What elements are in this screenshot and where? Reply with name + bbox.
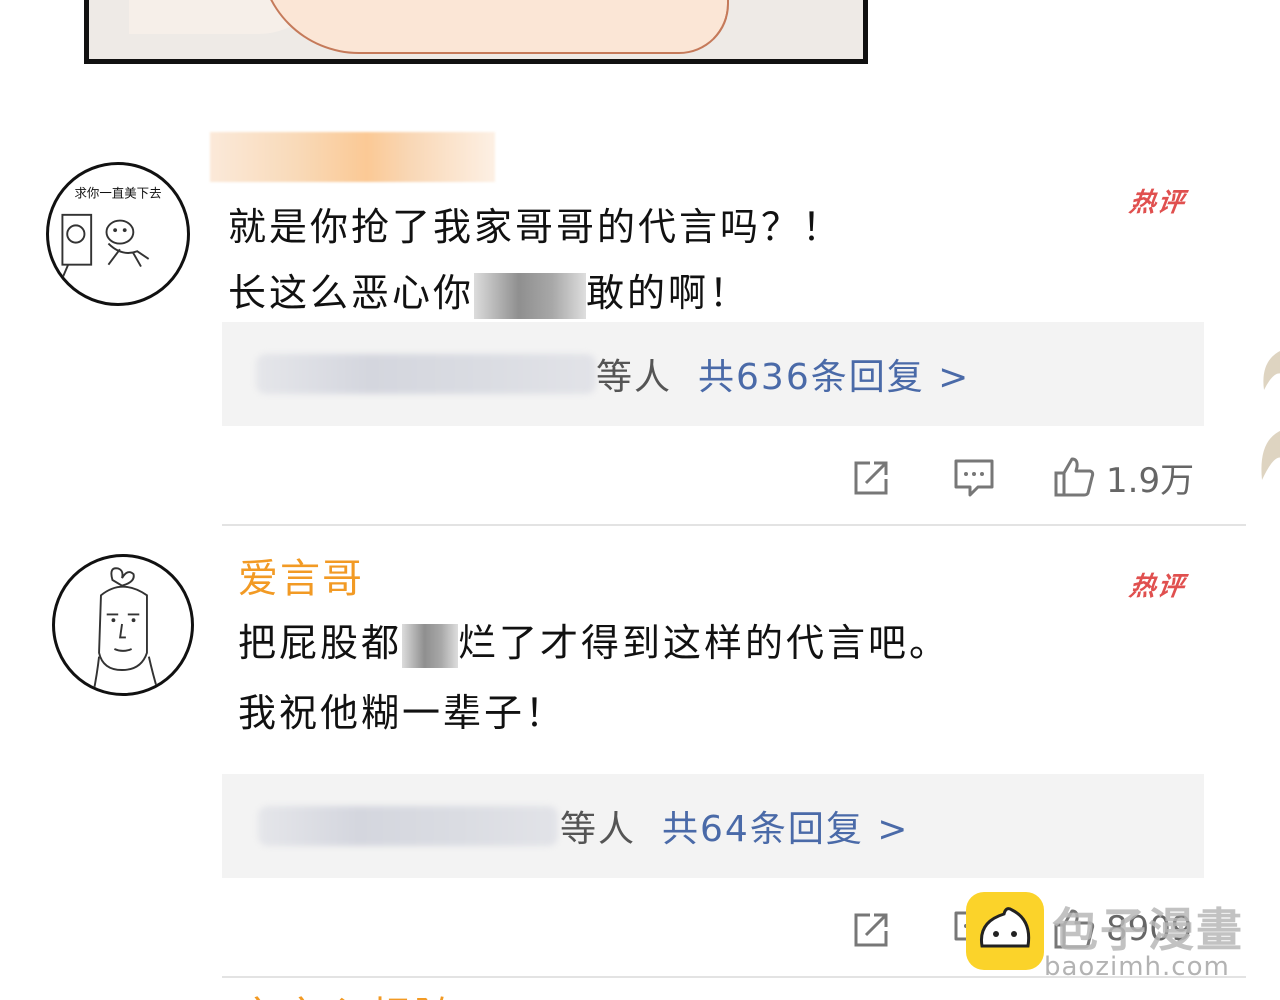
reply-who: 等人	[560, 809, 637, 850]
reply-summary-text: 等人 共64条回复 >	[560, 800, 909, 852]
comment-text-segment: 烂了才得到这样的代言吧。	[458, 621, 951, 665]
bun-logo-icon	[966, 892, 1044, 970]
reply-count-link[interactable]: 共64条回复 >	[662, 809, 909, 850]
comment-text-segment: 敢的啊！	[586, 271, 751, 315]
comment-button[interactable]	[952, 452, 996, 502]
username[interactable]: 爱言哥	[238, 546, 364, 604]
comment-text-line-1: 把屁股都 烂了才得到这样的代言吧。	[238, 612, 950, 668]
avatar[interactable]: 求你一直美下去	[46, 162, 190, 306]
like-count: 1.9万	[1106, 460, 1195, 501]
reply-summary-text: 等人 共636条回复 >	[596, 348, 970, 400]
site-watermark: 包子漫畫 baozimh.com	[964, 892, 1280, 1000]
svg-text:求你一直美下去: 求你一直美下去	[74, 186, 161, 201]
username-blurred	[210, 132, 495, 182]
comment-icon	[954, 459, 994, 497]
comment-text-line-2: 长这么恶心你 敢的啊！	[228, 262, 750, 319]
next-comment-username[interactable]: 言言心相随	[238, 984, 458, 1000]
reply-summary[interactable]: 等人 共636条回复 >	[222, 322, 1204, 426]
censor-block	[474, 272, 587, 319]
reply-count-link[interactable]: 共636条回复 >	[698, 357, 970, 398]
avatar[interactable]	[52, 554, 194, 696]
comic-panel-top	[84, 0, 868, 64]
reply-who: 等人	[596, 357, 673, 398]
share-button[interactable]	[850, 904, 894, 954]
comment-divider	[222, 524, 1246, 526]
hot-comment-badge: 热评	[1127, 572, 1188, 602]
share-icon	[854, 913, 888, 947]
censor-block	[402, 623, 459, 668]
comment-text-line-2: 我祝他糊一辈子！	[238, 691, 567, 735]
watermark-url: baozimh.com	[1044, 952, 1230, 982]
hot-comment-badge: 热评	[1127, 188, 1188, 218]
comment-text-segment: 把屁股都	[238, 621, 403, 665]
comment-text-segment: 长这么恶心你	[228, 271, 475, 315]
replier-names-blurred	[256, 354, 596, 394]
reply-summary[interactable]: 等人 共64条回复 >	[222, 774, 1204, 878]
comment-text-line-1: 就是你抢了我家哥哥的代言吗？！	[228, 205, 844, 249]
share-button[interactable]	[850, 452, 894, 502]
like-button[interactable]: 1.9万	[1052, 452, 1194, 502]
comment-actions: 1.9万	[850, 452, 1210, 502]
watermark-title: 包子漫畫	[1052, 903, 1244, 957]
avatar-meme-face-icon	[92, 567, 160, 693]
panel-art-hand	[259, 0, 729, 54]
side-decoration-leaf-icon	[1261, 351, 1280, 480]
replier-names-blurred	[258, 806, 558, 846]
like-icon	[1054, 457, 1095, 497]
share-icon	[854, 461, 888, 495]
avatar-meme-icon: 求你一直美下去	[61, 186, 162, 279]
